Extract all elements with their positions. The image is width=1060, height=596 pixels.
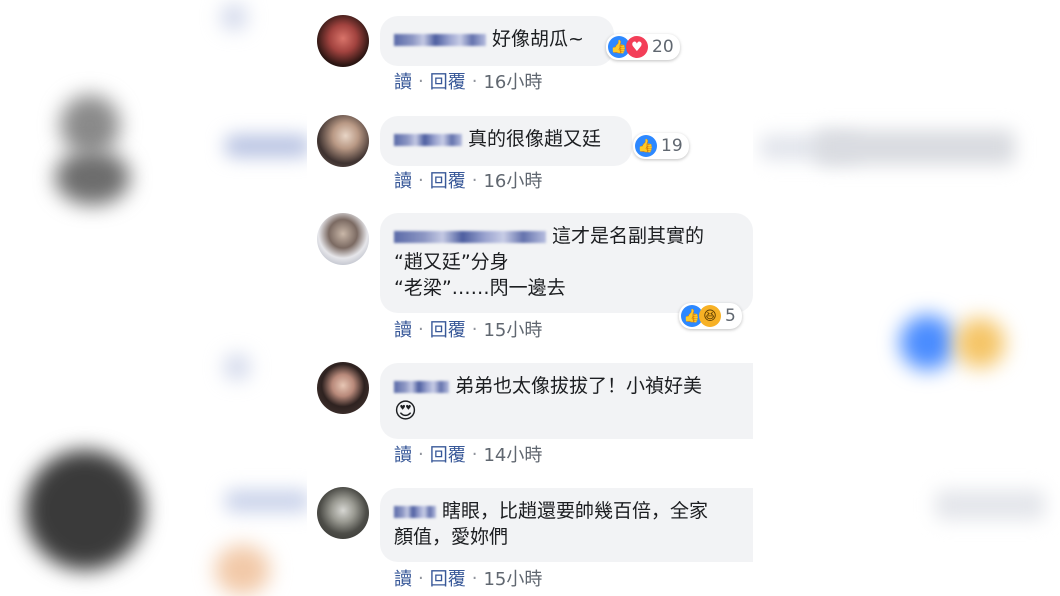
separator: · — [471, 567, 478, 589]
avatar[interactable] — [317, 115, 369, 167]
comment-text-line: “老梁”……閃一邊去 — [394, 277, 566, 299]
avatar[interactable] — [317, 15, 369, 67]
read-link[interactable]: 讀 — [394, 68, 412, 94]
comment-text: 弟弟也太像拔拔了！小禎好美 — [455, 375, 703, 397]
comment-bubble: 這才是名副其實的 “趙又廷”分身 “老梁”……閃一邊去 — [380, 213, 753, 313]
reaction-count: 5 — [725, 306, 736, 326]
timestamp[interactable]: 16小時 — [483, 167, 542, 193]
reaction-count: 20 — [652, 37, 674, 57]
blurred-dot — [222, 5, 246, 29]
avatar[interactable] — [317, 213, 369, 265]
blurred-author-name[interactable] — [394, 505, 436, 518]
separator: · — [418, 443, 424, 465]
blurred-like-icon — [900, 315, 955, 370]
blurred-haha-icon — [955, 318, 1005, 368]
separator: · — [418, 70, 424, 92]
love-icon: ♥ — [626, 36, 648, 58]
comment-text-line: 顏值，愛妳們 — [394, 526, 509, 548]
comment-bubble: 弟弟也太像拔拔了！小禎好美 😍 — [380, 363, 753, 439]
read-link[interactable]: 讀 — [394, 565, 412, 591]
heart-eyes-emoji: 😍 — [394, 399, 417, 424]
comment-actions: 讀 · 回覆 · 14小時 — [394, 441, 542, 467]
blurred-author-name[interactable] — [394, 33, 486, 46]
avatar[interactable] — [317, 487, 369, 539]
comment-text: 真的很像趙又廷 — [468, 128, 602, 150]
separator: · — [471, 70, 478, 92]
separator: · — [418, 169, 424, 191]
reply-link[interactable]: 回覆 — [430, 565, 466, 591]
comment-text-line: “趙又廷”分身 — [394, 251, 509, 273]
comment-bubble: 真的很像趙又廷 — [380, 116, 632, 166]
blurred-dot — [225, 355, 249, 379]
reply-link[interactable]: 回覆 — [430, 167, 466, 193]
comment-bubble: 好像胡瓜~ — [380, 16, 614, 66]
timestamp[interactable]: 14小時 — [483, 441, 542, 467]
reply-link[interactable]: 回覆 — [430, 68, 466, 94]
blurred-avatar — [215, 545, 270, 595]
blurred-name — [225, 135, 310, 157]
blurred-author-name[interactable] — [394, 380, 449, 393]
comment-bubble: 瞎眼，比趙還要帥幾百倍，全家 顏值，愛妳們 — [380, 488, 753, 562]
like-icon: 👍 — [635, 135, 657, 157]
comment-text: 好像胡瓜~ — [492, 28, 584, 50]
blurred-author-name[interactable] — [394, 133, 462, 146]
blurred-avatar — [25, 450, 145, 570]
comment-list: 好像胡瓜~ 👍 ♥ 20 讀 · 回覆 · 16小時 真的很像趙又廷 👍 19 … — [307, 0, 753, 596]
blurred-text — [935, 490, 1045, 520]
separator: · — [471, 443, 478, 465]
separator: · — [471, 169, 478, 191]
comment-actions: 讀 · 回覆 · 15小時 — [394, 316, 542, 342]
reaction-summary[interactable]: 👍 😆 5 — [679, 303, 742, 329]
comment-actions: 讀 · 回覆 · 16小時 — [394, 167, 542, 193]
reaction-summary[interactable]: 👍 19 — [633, 133, 689, 159]
separator: · — [471, 318, 478, 340]
reply-link[interactable]: 回覆 — [430, 316, 466, 342]
blurred-avatar — [55, 150, 130, 205]
blurred-text — [815, 130, 1015, 165]
reply-link[interactable]: 回覆 — [430, 441, 466, 467]
timestamp[interactable]: 15小時 — [483, 316, 542, 342]
comment-actions: 讀 · 回覆 · 15小時 — [394, 565, 542, 591]
read-link[interactable]: 讀 — [394, 167, 412, 193]
comment-actions: 讀 · 回覆 · 16小時 — [394, 68, 542, 94]
reaction-count: 19 — [661, 136, 683, 156]
separator: · — [418, 567, 424, 589]
blurred-avatar — [60, 95, 120, 155]
read-link[interactable]: 讀 — [394, 316, 412, 342]
reaction-summary[interactable]: 👍 ♥ 20 — [606, 34, 680, 60]
comment-text-line: 這才是名副其實的 — [552, 225, 705, 247]
haha-icon: 😆 — [699, 305, 721, 327]
read-link[interactable]: 讀 — [394, 441, 412, 467]
separator: · — [418, 318, 424, 340]
timestamp[interactable]: 15小時 — [483, 565, 542, 591]
avatar[interactable] — [317, 362, 369, 414]
blurred-author-name[interactable] — [394, 230, 546, 243]
blurred-name — [225, 490, 310, 512]
timestamp[interactable]: 16小時 — [483, 68, 542, 94]
comment-text-line: 瞎眼，比趙還要帥幾百倍，全家 — [442, 500, 709, 522]
